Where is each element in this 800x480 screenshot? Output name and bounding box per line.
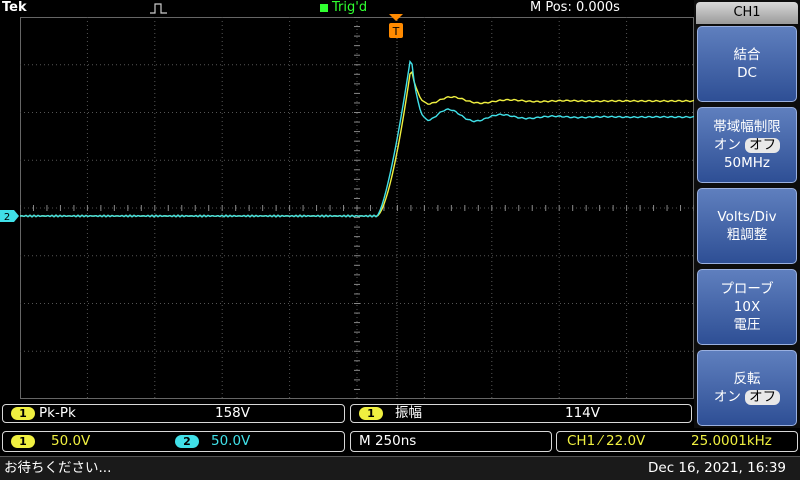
ch2-ground-marker[interactable]: 2 (0, 209, 20, 223)
trigger-setting: CH1 ⁄ 22.0V (567, 433, 646, 449)
trigger-marker-label: T (392, 25, 400, 38)
top-status-bar: Tek Trig'd M Pos: 0.000s (0, 0, 694, 18)
measurement-value: 158V (215, 405, 251, 421)
bandwidth-label: 帯域幅制限 (713, 119, 781, 135)
message-bar: お待ちください... Dec 16, 2021, 16:39 (0, 456, 800, 480)
measurement-label: 振幅 (395, 405, 422, 421)
trigger-position-marker[interactable]: T (389, 14, 403, 40)
ch1-badge: 1 (11, 435, 35, 448)
timebase-readout[interactable]: M 250ns (350, 431, 552, 452)
ch2-ground-label: 2 (4, 212, 10, 223)
measurement-channel-badge: 1 (359, 407, 383, 420)
horizontal-position: M Pos: 0.000s (530, 0, 620, 15)
probe-type: 電圧 (733, 317, 761, 333)
invert-on-option[interactable]: オン (714, 389, 741, 405)
status-message: お待ちください... (4, 460, 112, 476)
trigger-status-indicator (320, 3, 328, 12)
brand-logo: Tek (2, 0, 27, 15)
bandwidth-limit-button[interactable]: 帯域幅制限 オン オフ 50MHz (697, 107, 797, 183)
measurement-label: Pk-Pk (39, 405, 76, 421)
invert-label: 反転 (733, 371, 761, 387)
graticule (20, 17, 694, 399)
trigger-status: Trig'd (320, 0, 367, 15)
trigger-frequency: 25.0001kHz (691, 433, 772, 449)
timebase-value: M 250ns (359, 433, 417, 449)
bandwidth-off-option[interactable]: オフ (745, 138, 781, 153)
invert-off-option[interactable]: オフ (745, 390, 781, 405)
volts-div-button[interactable]: Volts/Div 粗調整 (697, 188, 797, 264)
ch2-badge: 2 (175, 435, 199, 448)
probe-label: プローブ (720, 281, 774, 297)
channel-side-menu: CH1 結合 DC 帯域幅制限 オン オフ 50MHz Volts/Div 粗調… (694, 0, 800, 428)
coupling-label: 結合 (733, 47, 761, 63)
ch1-scale: 50.0V (51, 433, 91, 449)
channel-scale-readout[interactable]: 1 50.0V 2 50.0V (2, 431, 345, 452)
probe-attenuation: 10X (733, 299, 761, 315)
coupling-button[interactable]: 結合 DC (697, 26, 797, 102)
measurement-amplitude[interactable]: 1 振幅 114V (350, 404, 692, 423)
bandwidth-on-option[interactable]: オン (714, 137, 741, 153)
measurement-pk-pk[interactable]: 1 Pk-Pk 158V (2, 404, 345, 423)
coupling-value: DC (737, 65, 757, 81)
acquisition-pulse-icon (150, 3, 167, 14)
date-time: Dec 16, 2021, 16:39 (648, 460, 787, 476)
invert-button[interactable]: 反転 オン オフ (697, 350, 797, 426)
menu-title: CH1 (696, 2, 798, 24)
waveform-display (20, 17, 694, 399)
bandwidth-value: 50MHz (723, 155, 771, 171)
volts-div-label: Volts/Div (717, 209, 777, 225)
ch2-scale: 50.0V (211, 433, 251, 449)
probe-button[interactable]: プローブ 10X 電圧 (697, 269, 797, 345)
measurement-channel-badge: 1 (11, 407, 35, 420)
volts-div-mode: 粗調整 (726, 227, 768, 243)
measurement-value: 114V (565, 405, 601, 421)
trigger-status-text: Trig'd (332, 0, 368, 15)
trigger-readout[interactable]: CH1 ⁄ 22.0V 25.0001kHz (556, 431, 798, 452)
